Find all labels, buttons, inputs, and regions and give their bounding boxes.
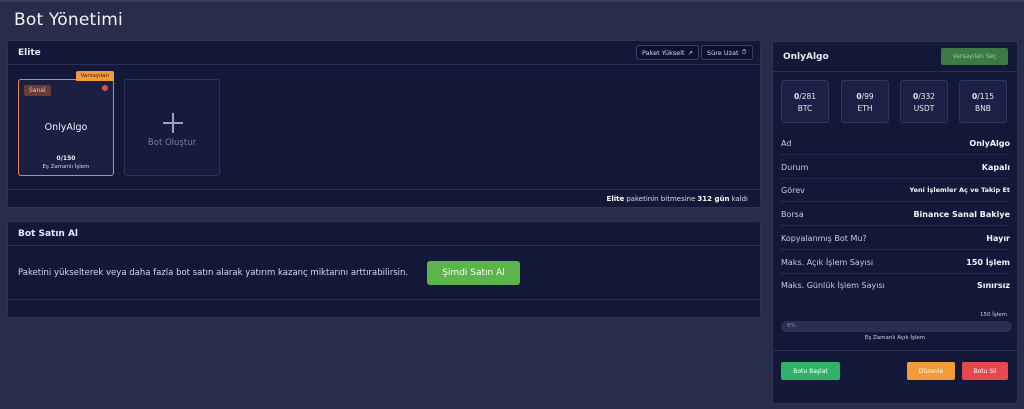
stopwatch-icon: ⏱: [741, 48, 747, 56]
coin-count: 0/115: [971, 92, 995, 101]
info-row-max-daily: Maks. Günlük İşlem Sayısı Sınırsız: [781, 274, 1010, 297]
bot-trade-subtitle: Eş Zamanlı İşlem: [42, 164, 90, 170]
package-remaining-middle: paketinin bitmesine: [626, 194, 696, 203]
bot-detail-title: OnlyAlgo: [783, 51, 829, 62]
progress-percent: 0%: [787, 323, 796, 329]
set-default-button[interactable]: Varsayılan Seç: [941, 48, 1008, 65]
bot-name: OnlyAlgo: [44, 122, 88, 133]
actions-divider: [773, 350, 1017, 351]
create-bot-button[interactable]: Bot Oluştur: [124, 79, 220, 176]
elite-panel-title: Elite: [18, 47, 41, 58]
coin-box-bnb: 0/115 BNB: [959, 80, 1007, 123]
coin-box-usdt: 0/332 USDT: [900, 80, 948, 123]
buy-bot-header: Bot Satın Al: [8, 222, 760, 246]
info-value: OnlyAlgo: [969, 138, 1010, 148]
progress-caption: 150 İşlem: [979, 312, 1007, 318]
progress-subtitle: Eş Zamanlı Açık İşlem: [864, 335, 926, 341]
bot-card-onlyalgo[interactable]: Varsayılan Sanal OnlyAlgo 0/150 Eş Zaman…: [18, 71, 114, 176]
extend-duration-button[interactable]: Süre Uzat ⏱: [701, 45, 753, 60]
top-border: [0, 0, 1024, 2]
info-label: Durum: [781, 162, 809, 172]
bot-trade-count: 0/150: [56, 155, 76, 162]
info-label: Görev: [781, 185, 805, 195]
info-value: Kapalı: [981, 162, 1010, 172]
page-title: Bot Yönetimi: [14, 10, 123, 30]
bot-detail-panel: OnlyAlgo Varsayılan Seç 0/281 BTC 0/99 E…: [772, 41, 1018, 404]
package-remaining-suffix: kaldı: [731, 194, 748, 203]
info-label: Borsa: [781, 209, 804, 219]
info-label: Ad: [781, 138, 792, 148]
buy-bot-divider: [8, 299, 760, 300]
edit-bot-button[interactable]: Düzenle: [907, 362, 955, 380]
upgrade-package-button[interactable]: Paket Yükselt ↗: [636, 45, 700, 60]
coin-box-btc: 0/281 BTC: [781, 80, 829, 123]
info-row-name: Ad OnlyAlgo: [781, 132, 1010, 155]
package-remaining-days: 312 gün: [697, 194, 730, 203]
info-row-status: Durum Kapalı: [781, 156, 1010, 179]
coin-name: BNB: [975, 104, 991, 113]
virtual-badge: Sanal: [24, 85, 51, 96]
concurrent-trades-progress: 0%: [781, 321, 1012, 332]
info-value: 150 İşlem: [966, 257, 1010, 267]
info-value: Binance Sanal Bakiye: [913, 209, 1010, 219]
delete-bot-button[interactable]: Botu Sil: [962, 362, 1008, 380]
buy-bot-panel: Bot Satın Al Paketini yükselterek veya d…: [7, 221, 761, 318]
coin-name: USDT: [913, 104, 935, 113]
buy-bot-title: Bot Satın Al: [18, 228, 79, 239]
info-row-max-open: Maks. Açık İşlem Sayısı 150 İşlem: [781, 251, 1010, 274]
arrow-up-icon: ↗: [687, 48, 694, 57]
create-bot-label: Bot Oluştur: [147, 138, 197, 148]
coin-count: 0/99: [856, 92, 874, 101]
info-row-exchange: Borsa Binance Sanal Bakiye: [781, 203, 1010, 226]
info-label: Maks. Açık İşlem Sayısı: [781, 257, 874, 267]
start-bot-button[interactable]: Botu Başlat: [781, 362, 840, 380]
upgrade-package-label: Paket Yükselt: [642, 48, 685, 57]
coin-box-eth: 0/99 ETH: [841, 80, 889, 123]
package-name: Elite: [606, 194, 625, 203]
info-value: Hayır: [986, 233, 1010, 243]
coin-count: 0/332: [912, 92, 936, 101]
package-remaining-text: Elite paketinin bitmesine 312 gün kaldı: [8, 189, 760, 207]
coin-name: ETH: [857, 104, 873, 113]
info-label: Maks. Günlük İşlem Sayısı: [781, 281, 885, 290]
buy-now-button[interactable]: Şimdi Satın Al: [427, 261, 520, 285]
buy-bot-description: Paketini yükselterek veya daha fazla bot…: [18, 268, 409, 278]
info-value: Sınırsız: [976, 281, 1010, 290]
coin-count: 0/281: [793, 92, 817, 101]
info-value: Yeni İşlemler Aç ve Takip Et: [909, 186, 1011, 194]
info-row-task: Görev Yeni İşlemler Aç ve Takip Et: [781, 179, 1010, 202]
info-row-copied: Kopyalanmış Bot Mu? Hayır: [781, 227, 1010, 250]
coin-name: BTC: [797, 104, 813, 113]
extend-duration-label: Süre Uzat: [707, 48, 739, 57]
status-dot-icon: [102, 85, 108, 91]
elite-panel: Elite Paket Yükselt ↗ Süre Uzat ⏱ Varsay…: [7, 40, 761, 208]
info-label: Kopyalanmış Bot Mu?: [781, 233, 867, 243]
default-tag: Varsayılan: [75, 71, 114, 81]
plus-icon: [163, 113, 183, 133]
